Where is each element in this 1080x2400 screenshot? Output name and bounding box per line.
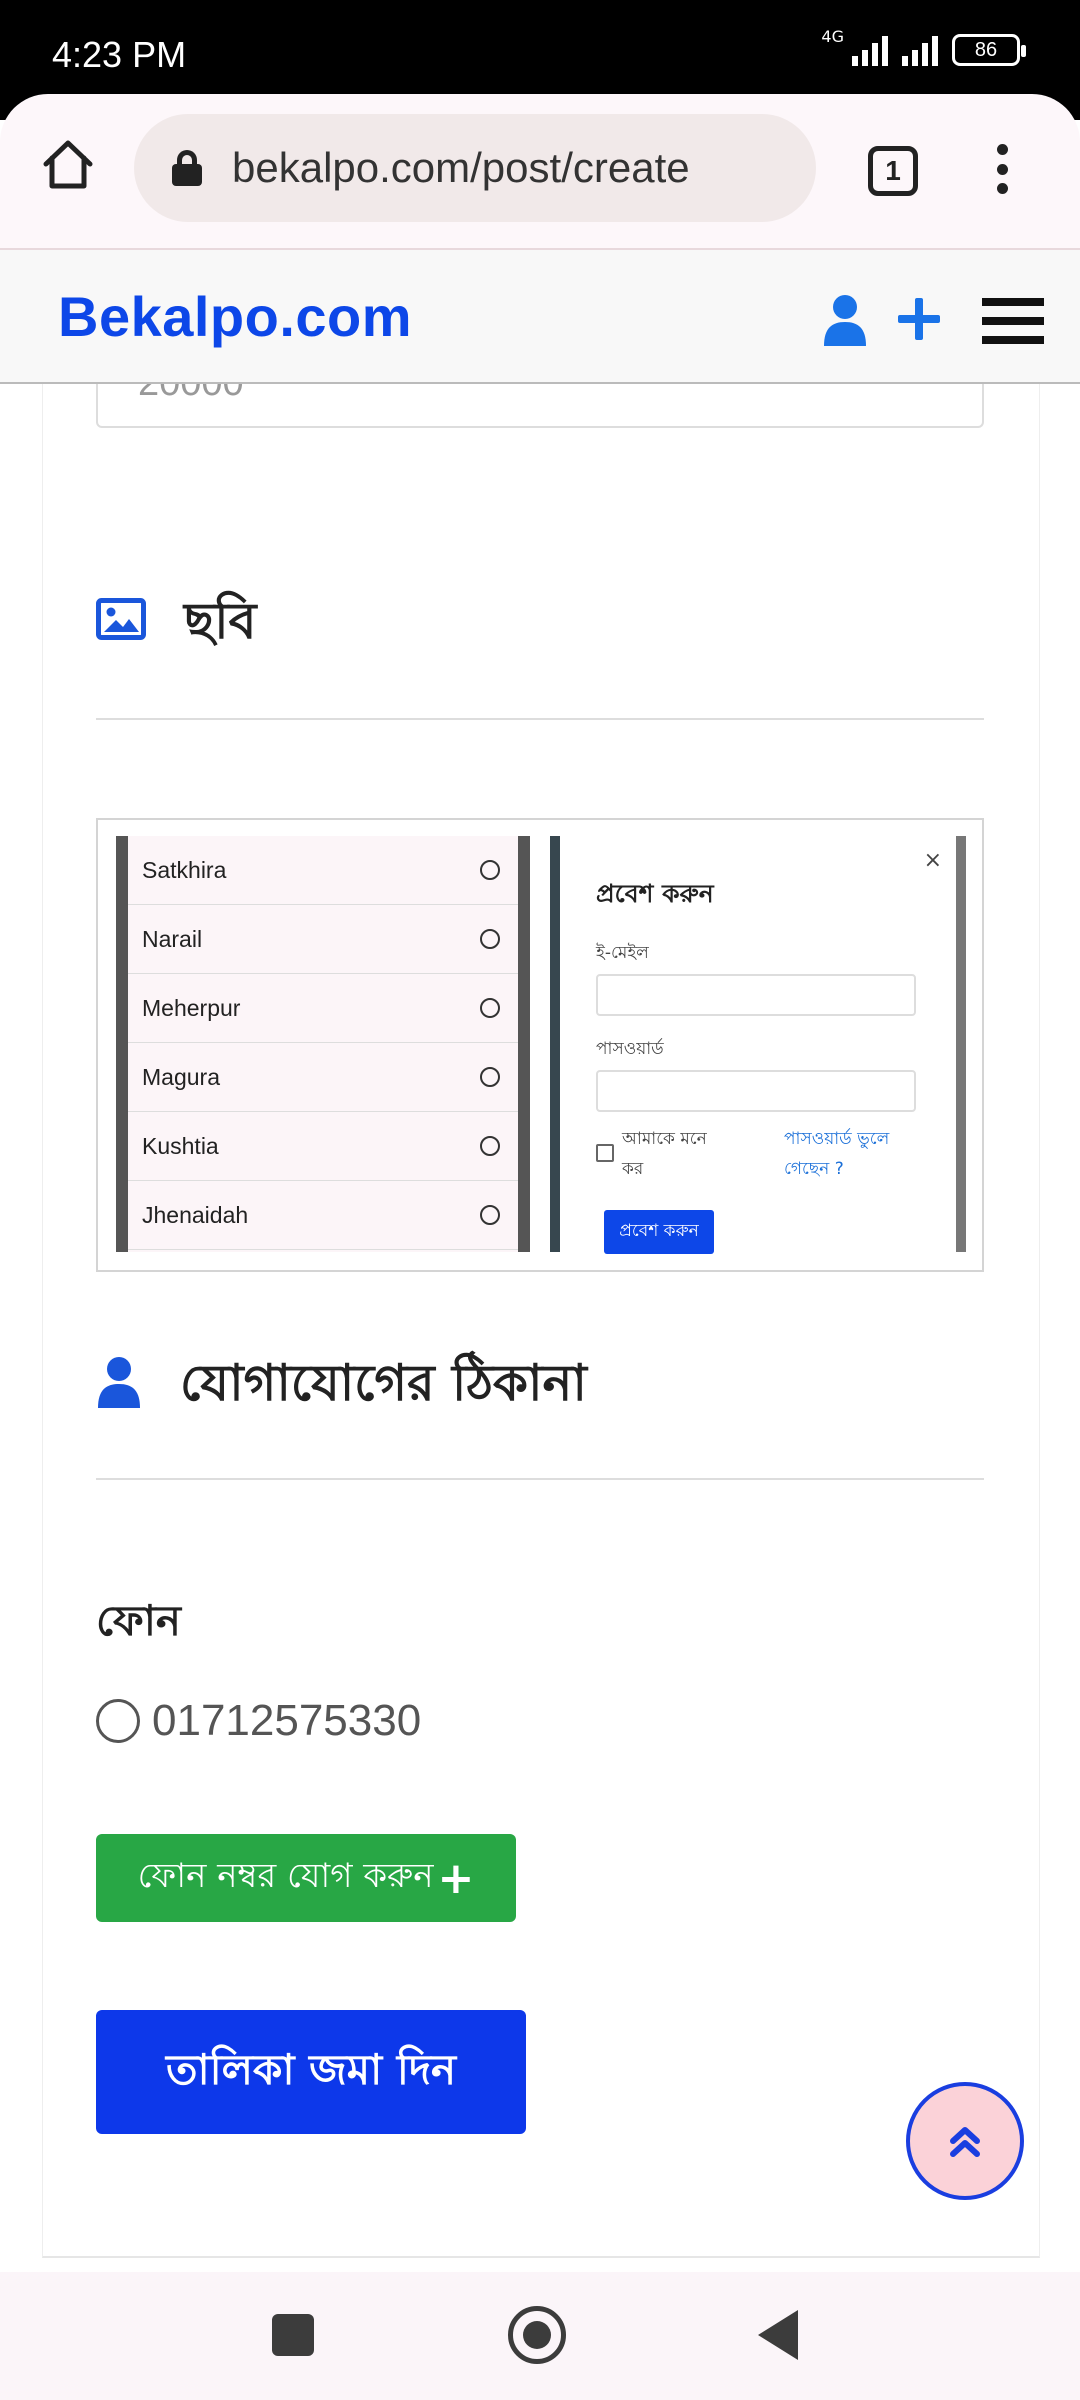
address-bar[interactable]: bekalpo.com/post/create [134,114,816,222]
site-header: Bekalpo.com [0,248,1080,384]
recent-apps-icon[interactable] [272,2314,314,2356]
forgot-password-link: পাসওয়ার্ড ভুলে গেছেন ? [784,1129,890,1179]
radio-icon [480,998,500,1018]
phone-label: ফোন [96,1596,181,1645]
hamburger-menu-icon[interactable] [982,298,1044,344]
back-icon[interactable] [758,2310,798,2360]
radio-icon [480,1205,500,1225]
more-options-icon[interactable] [994,144,1010,194]
remember-label: আমাকে মনে কর [622,1129,707,1179]
district-list: Satkhira Narail Meherpur Magura Kushtia … [128,836,518,1252]
price-input[interactable]: 20000 [96,384,984,428]
email-field [596,974,916,1016]
close-icon: × [923,848,942,873]
signal-icon [852,34,888,66]
add-post-icon[interactable] [896,296,942,342]
phone-radio[interactable] [96,1699,140,1743]
plus-icon: + [437,1852,475,1904]
price-input-value: 20000 [138,384,244,405]
site-logo[interactable]: Bekalpo.com [58,284,412,349]
radio-icon [480,1067,500,1087]
phone-number: 01712575330 [152,1696,422,1745]
password-field [596,1070,916,1112]
login-button: প্রবেশ করুন [604,1210,714,1254]
lock-icon [172,150,202,186]
list-item: Meherpur [128,974,518,1043]
battery-level: 86 [974,38,998,61]
add-phone-button[interactable]: ফোন নম্বর যোগ করুন + [96,1834,516,1922]
divider [96,1478,984,1480]
preview-district-panel: Satkhira Narail Meherpur Magura Kushtia … [116,836,530,1252]
system-navigation-bar [0,2272,1080,2400]
home-button-icon[interactable] [508,2306,566,2364]
list-item: Kushtia [128,1112,518,1181]
list-item: Narail [128,905,518,974]
status-time: 4:23 PM [52,34,187,75]
preview-login-modal: × প্রবেশ করুন ই-মেইল পাসওয়ার্ড আমাকে মন… [550,836,966,1254]
double-chevron-up-icon [950,2127,980,2157]
browser-toolbar: bekalpo.com/post/create 1 [0,94,1080,248]
radio-icon [480,929,500,949]
submit-listing-button[interactable]: তালিকা জমা দিন [96,2010,526,2134]
remember-checkbox [596,1144,614,1162]
radio-icon [480,1136,500,1156]
modal-title: প্রবেশ করুন [596,879,714,908]
add-phone-label: ফোন নম্বর যোগ করুন [137,1855,434,1896]
home-icon[interactable] [40,136,96,192]
tab-switcher-button[interactable]: 1 [868,146,918,196]
divider [96,718,984,720]
email-label: ই-মেইল [596,943,649,963]
signal-icon-2 [902,34,938,66]
list-item: Magura [128,1043,518,1112]
user-icon [98,1357,140,1408]
image-section-title: ছবি [184,592,257,650]
image-icon [96,598,146,640]
url-text: bekalpo.com/post/create [232,144,690,191]
contact-section-title: যোগাযোগের ঠিকানা [180,1354,587,1412]
uploaded-image-preview[interactable]: Satkhira Narail Meherpur Magura Kushtia … [96,818,984,1272]
scroll-to-top-button[interactable] [906,2082,1024,2200]
password-label: পাসওয়ার্ড [596,1039,664,1059]
user-icon[interactable] [822,294,868,346]
battery-icon: 86 [952,34,1026,66]
network-type: 4G [821,26,844,46]
phone-option[interactable]: 01712575330 [96,1696,421,1746]
radio-icon [480,860,500,880]
list-item: Jhenaidah [128,1181,518,1250]
status-icons: 4G 86 [821,27,1026,66]
list-item: Satkhira [128,836,518,905]
